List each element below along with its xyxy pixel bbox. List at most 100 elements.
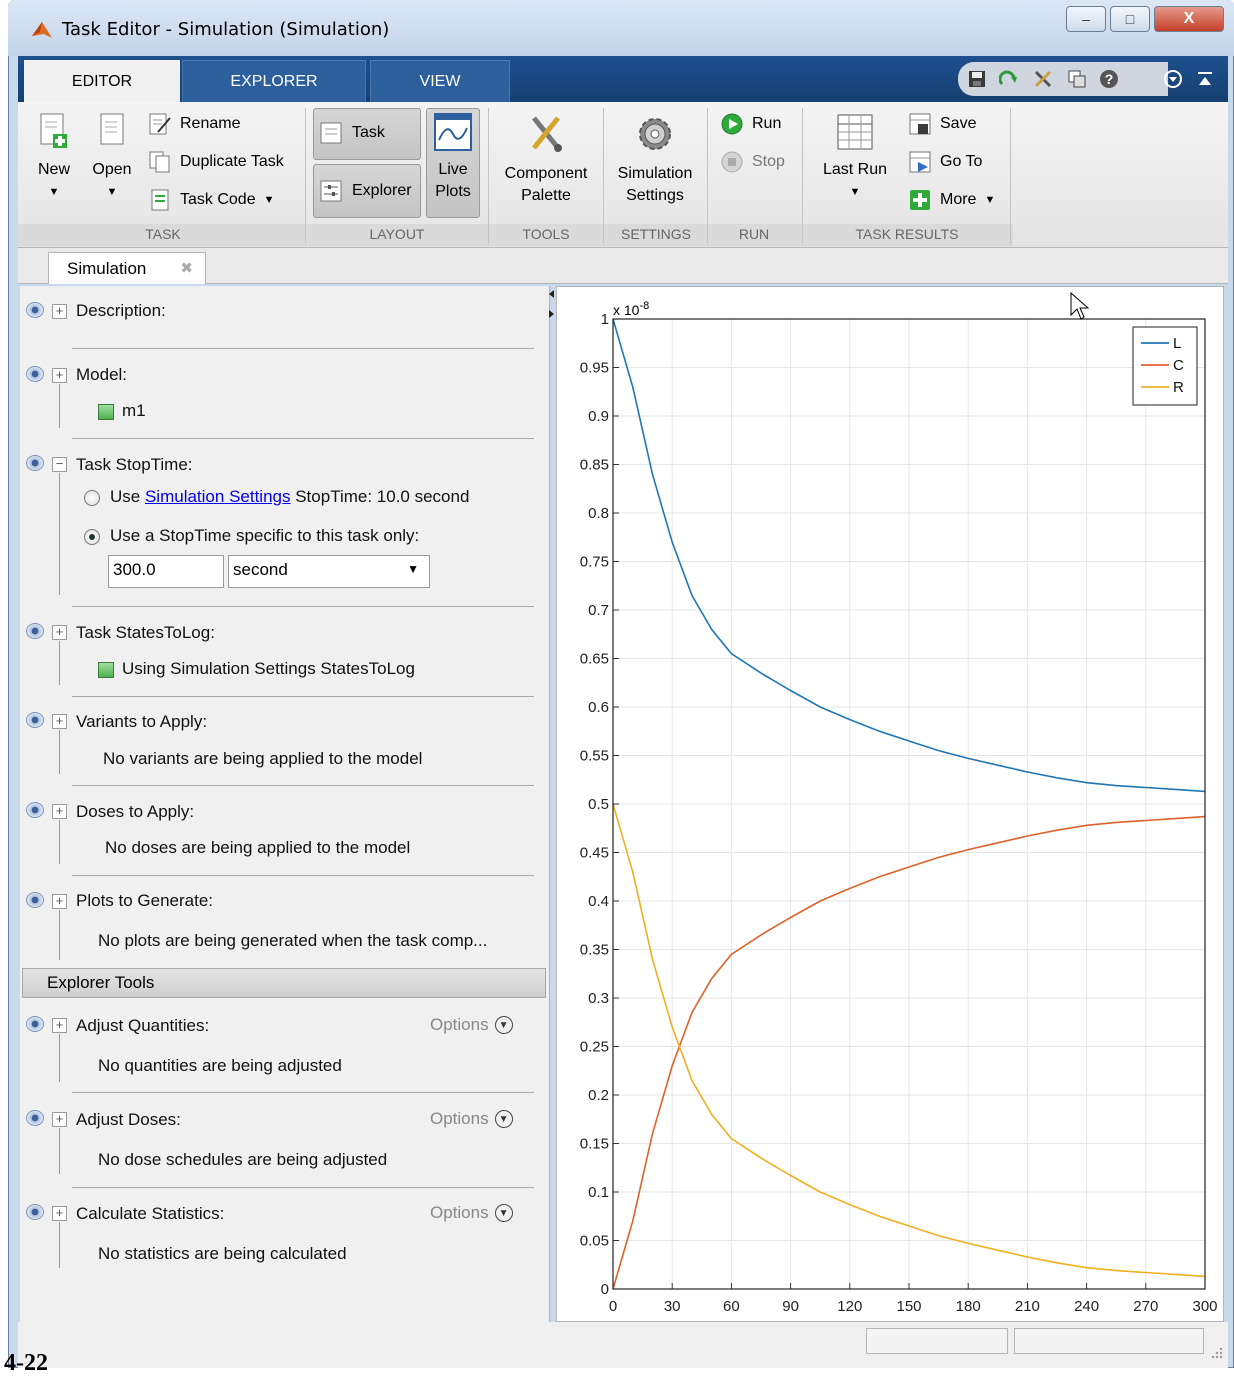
grid-lines [612,318,1206,1290]
title-bar[interactable]: Task Editor - Simulation (Simulation) – … [8,0,1234,56]
mouse-cursor-icon [1070,291,1090,320]
copy-icon[interactable] [1066,68,1088,90]
chevron-down-icon: ▼ [494,1204,513,1222]
y-tick-label: 0.6 [588,699,609,716]
visibility-toggle-icon[interactable] [26,623,44,639]
close-tab-icon[interactable]: ✖ [180,259,193,277]
visibility-toggle-icon[interactable] [26,302,44,318]
visibility-toggle-icon[interactable] [26,1016,44,1032]
group-separator [707,108,708,244]
run-button[interactable]: Run [720,112,781,136]
tab-editor[interactable]: EDITOR [24,60,180,102]
options-label: Options [430,1109,489,1128]
more-button[interactable]: More ▼ [908,188,995,212]
y-tick-label: 0.3 [588,990,609,1007]
matlab-logo-icon [32,22,52,38]
close-button[interactable]: X [1154,6,1224,32]
resize-grip-icon[interactable] [1208,1344,1224,1360]
goto-button[interactable]: Go To [908,150,982,174]
layout-explorer-button[interactable]: Explorer [320,180,412,202]
rename-button[interactable]: Rename [148,112,240,136]
collapse-panel-icon[interactable] [548,288,556,322]
tab-simulation[interactable]: Simulation ✖ [48,252,206,284]
expand-icon[interactable]: + [52,894,67,909]
duplicate-task-label: Duplicate Task [180,153,284,170]
x-tick-label: 270 [1133,1298,1158,1315]
stoptime-input[interactable]: 300.0 [108,555,224,588]
last-run-button[interactable]: Last Run ▼ [812,112,898,203]
y-tick-label: 0.05 [580,1233,609,1250]
y-tick-label: 0.85 [580,457,609,474]
live-plot-chart[interactable]: 0 30 60 90 120 150 180 210 240 270 300 0 0.05 0.1 0.15… [557,287,1223,1321]
stoptime-unit-select[interactable]: second ▼ [228,555,430,588]
expand-icon[interactable]: + [52,304,67,319]
cut-icon[interactable] [1032,68,1054,90]
expand-icon[interactable]: + [52,714,67,729]
component-palette-button[interactable]: Component Palette [496,112,596,207]
open-button[interactable]: Open ▼ [88,112,136,203]
new-button[interactable]: New ▼ [30,112,78,203]
stop-button[interactable]: Stop [720,150,785,174]
y-multiplier-base: x 10 [613,302,640,318]
quick-access-toolbar [958,62,1168,96]
task-specific-stoptime-radio[interactable] [84,529,100,545]
expand-icon[interactable]: + [52,368,67,383]
expand-icon[interactable]: + [52,804,67,819]
ribbon-tab-strip: EDITOR EXPLORER VIEW ? [18,56,1228,102]
group-label-settings: SETTINGS [620,226,691,242]
visibility-toggle-icon[interactable] [26,1110,44,1126]
visibility-toggle-icon[interactable] [26,366,44,382]
chevron-down-icon: ▼ [407,562,419,576]
maximize-button[interactable]: □ [1110,6,1150,32]
redo-icon[interactable] [998,68,1020,90]
states-title: Task StatesToLog: [76,623,215,642]
section-divider [72,785,534,786]
y-tick-label: 0.75 [580,554,609,571]
tab-explorer[interactable]: EXPLORER [182,60,366,102]
states-status-icon [98,661,114,678]
layout-task-button[interactable]: Task [320,122,385,144]
plots-value: No plots are being generated when the ta… [98,931,488,950]
expand-icon[interactable]: + [52,625,67,640]
section-divider [72,438,534,439]
tab-view[interactable]: VIEW [370,60,510,102]
group-label-layout: LAYOUT [369,226,425,242]
live-plots-button[interactable]: Live Plots [428,112,478,203]
tree-line [59,1222,60,1268]
use-simulation-settings-radio[interactable] [84,490,100,506]
visibility-toggle-icon[interactable] [26,802,44,818]
option1-suffix: StopTime: 10.0 second [290,487,470,506]
visibility-toggle-icon[interactable] [26,455,44,471]
visibility-toggle-icon[interactable] [26,892,44,908]
results-save-button[interactable]: Save [908,112,976,136]
adjust-doses-options-button[interactable]: Options ▼ [430,1109,513,1129]
visibility-toggle-icon[interactable] [26,1204,44,1220]
section-divider [72,1092,534,1093]
tick-labels: 0 30 60 90 120 150 180 210 240 270 300 0 0.05 0.1 0.15… [580,311,1218,1315]
simulation-settings-button[interactable]: Simulation Settings [608,112,702,207]
plots-title: Plots to Generate: [76,891,214,910]
expand-icon[interactable]: + [52,1112,67,1127]
expand-icon[interactable]: + [52,1206,67,1221]
simulation-settings-label-2: Settings [626,187,684,204]
collapse-icon[interactable]: − [52,457,67,472]
rename-icon [149,113,171,135]
expand-icon[interactable]: + [52,1018,67,1033]
simulation-settings-link[interactable]: Simulation Settings [145,487,291,506]
layout-task-label: Task [352,124,385,141]
x-tick-label: 180 [956,1298,981,1315]
task-code-button[interactable]: Task Code ▼ [148,188,274,212]
status-field [866,1328,1008,1354]
expand-toolstrip-icon[interactable] [1162,68,1184,90]
x-tick-label: 150 [896,1298,921,1315]
collapse-toolstrip-icon[interactable] [1194,68,1216,90]
adjust-quantities-options-button[interactable]: Options ▼ [430,1015,513,1035]
visibility-toggle-icon[interactable] [26,712,44,728]
duplicate-task-button[interactable]: Duplicate Task [148,150,284,174]
help-icon[interactable]: ? [1098,68,1120,90]
statistics-options-button[interactable]: Options ▼ [430,1203,513,1223]
minimize-button[interactable]: – [1066,6,1106,32]
new-label: New [37,161,70,178]
tab-view-label: VIEW [419,72,461,90]
save-icon[interactable] [966,68,988,90]
